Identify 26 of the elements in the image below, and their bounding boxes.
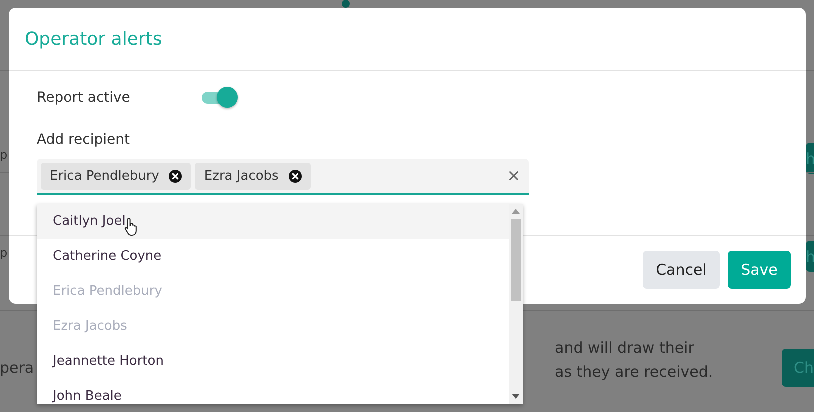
recipient-field[interactable]: Erica Pendlebury Ezra Jacobs — [37, 159, 529, 195]
toggle-switch[interactable] — [200, 86, 240, 110]
field-label: Report active — [37, 90, 130, 106]
dropdown-option[interactable]: Catherine Coyne — [37, 239, 509, 274]
row-label: p — [0, 148, 8, 162]
dropdown-option: Erica Pendlebury — [37, 274, 509, 309]
dropdown-option[interactable]: Jeannette Horton — [37, 344, 509, 379]
scrollbar[interactable] — [509, 204, 523, 404]
dialog-title: Operator alerts — [25, 28, 162, 50]
row-label: p — [0, 246, 8, 260]
field-label: Add recipient — [37, 132, 131, 148]
chip-label: Erica Pendlebury — [50, 168, 160, 184]
remove-icon[interactable] — [169, 170, 182, 182]
scroll-down-icon[interactable] — [512, 394, 520, 399]
hand-cursor-icon — [124, 216, 140, 236]
remove-icon[interactable] — [288, 170, 302, 182]
clear-icon[interactable] — [509, 171, 519, 181]
dropdown-option[interactable]: Caitlyn Joel — [37, 204, 509, 239]
description-text: as they are received. — [555, 362, 714, 383]
cancel-button[interactable]: Cancel — [643, 251, 720, 289]
row-label: pera — [0, 359, 34, 377]
description-text: and will draw their — [555, 338, 694, 359]
dropdown-option: Ezra Jacobs — [37, 309, 509, 344]
chip-label: Ezra Jacobs — [204, 168, 279, 184]
dropdown-option[interactable]: John Beale — [37, 379, 509, 404]
scroll-thumb[interactable] — [511, 219, 521, 301]
